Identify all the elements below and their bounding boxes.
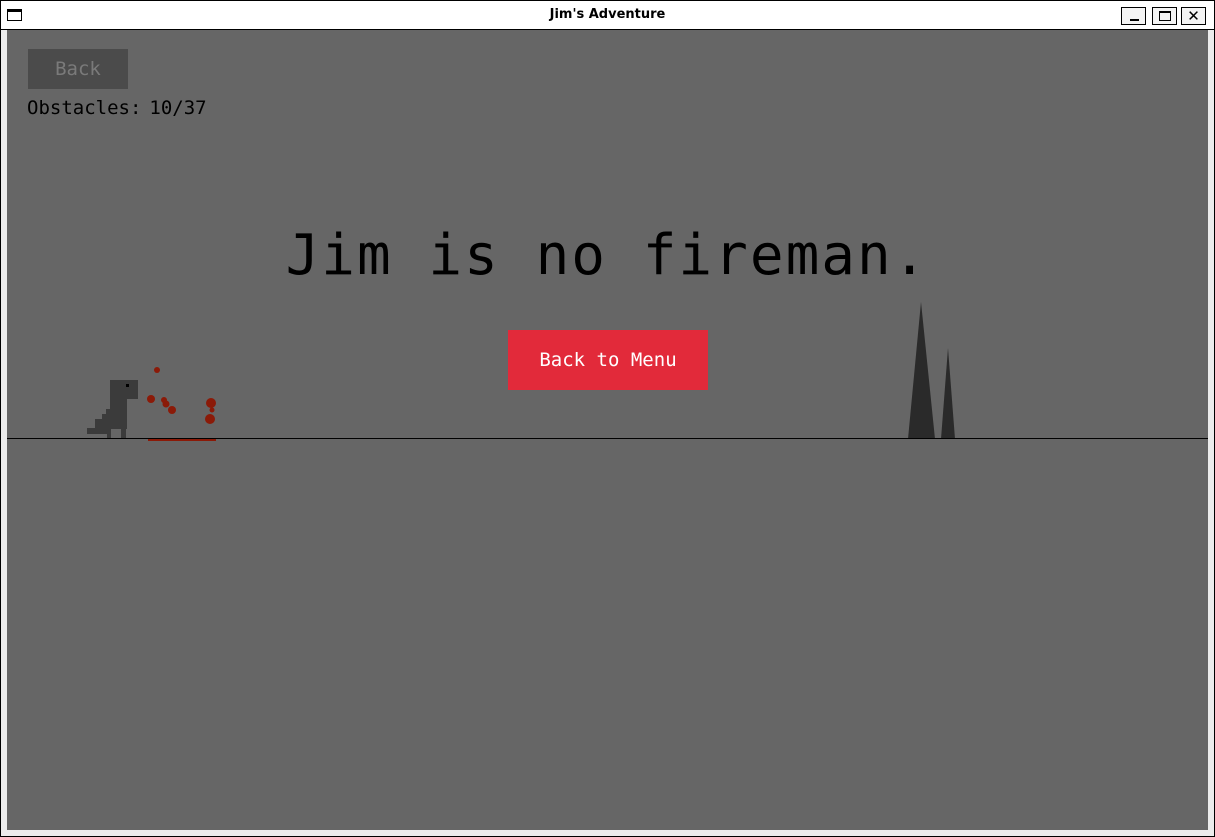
dinosaur-sprite bbox=[87, 380, 138, 438]
minimize-icon bbox=[1130, 19, 1139, 21]
close-button[interactable]: ✕ bbox=[1181, 7, 1206, 25]
blood-splatter bbox=[147, 367, 216, 441]
maximize-button[interactable] bbox=[1152, 7, 1177, 25]
window-title: Jim's Adventure bbox=[549, 7, 666, 22]
ground-line bbox=[7, 438, 1208, 439]
spike-obstacle bbox=[908, 302, 955, 439]
game-scene bbox=[87, 302, 955, 441]
close-icon: ✕ bbox=[1187, 7, 1200, 25]
app-window: Jim's Adventure ✕ Back Obstacles: 10/37 … bbox=[0, 0, 1215, 837]
title-bar[interactable]: Jim's Adventure ✕ bbox=[1, 1, 1214, 30]
minimize-button[interactable] bbox=[1121, 7, 1146, 25]
game-canvas[interactable]: Back Obstacles: 10/37 Jim is no fireman.… bbox=[7, 30, 1208, 830]
maximize-icon bbox=[1159, 11, 1171, 21]
